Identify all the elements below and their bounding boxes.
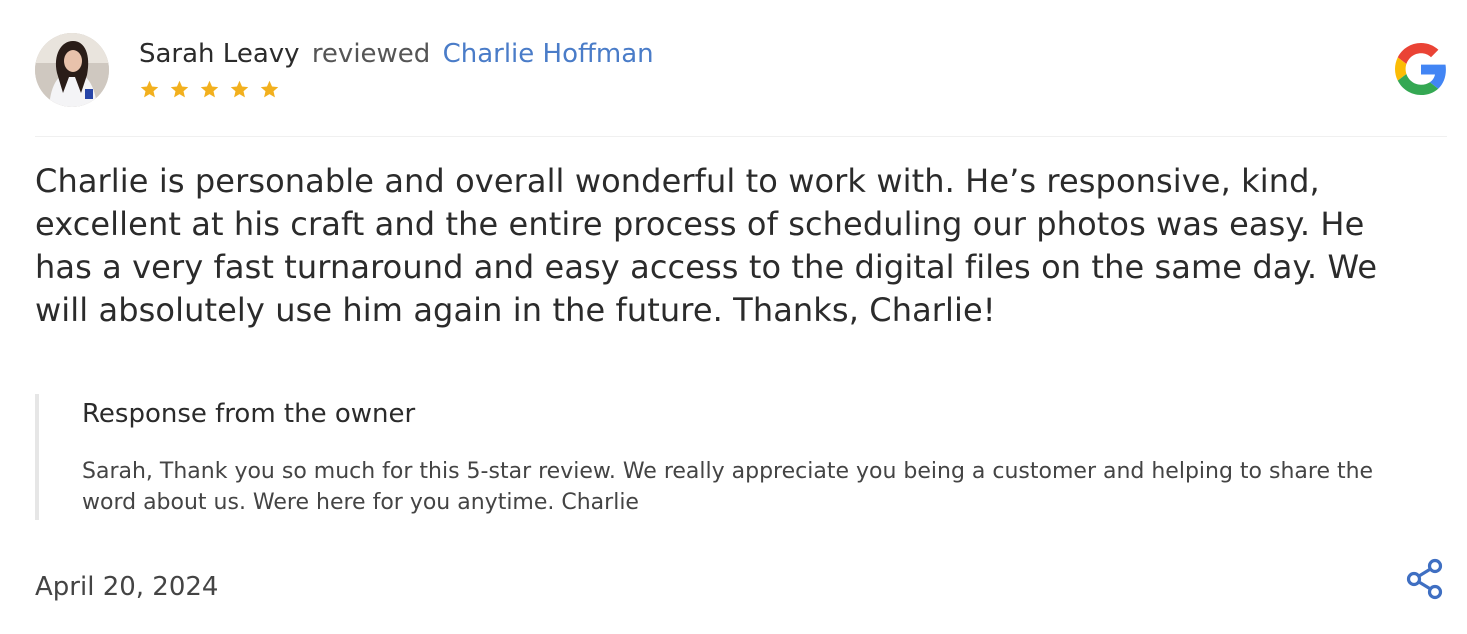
google-logo-icon[interactable]	[1395, 43, 1447, 95]
star-icon	[140, 80, 159, 98]
star-icon	[260, 80, 279, 98]
owner-response-text: Sarah, Thank you so much for this 5-star…	[82, 459, 1374, 515]
owner-response: Response from the owner Sarah, Thank you…	[35, 394, 1434, 520]
reviewed-label: reviewed	[311, 39, 431, 69]
star-icon	[200, 80, 219, 98]
review-date: April 20, 2024	[35, 572, 219, 602]
reviewer-line: Sarah Leavy reviewed Charlie Hoffman	[139, 37, 654, 71]
owner-response-title: Response from the owner	[82, 399, 416, 429]
star-icon	[230, 80, 249, 98]
share-icon[interactable]	[1405, 558, 1445, 600]
business-name-link[interactable]: Charlie Hoffman	[443, 39, 654, 69]
reviewer-avatar[interactable]	[35, 33, 109, 107]
review-text: Charlie is personable and overall wonder…	[35, 162, 1378, 329]
review-card: Sarah Leavy reviewed Charlie Hoffman Cha…	[0, 0, 1467, 634]
header-divider	[35, 136, 1447, 137]
star-icon	[170, 80, 189, 98]
star-rating	[139, 79, 280, 100]
review-header: Sarah Leavy reviewed Charlie Hoffman	[35, 33, 1447, 109]
reviewer-name[interactable]: Sarah Leavy	[139, 39, 300, 69]
